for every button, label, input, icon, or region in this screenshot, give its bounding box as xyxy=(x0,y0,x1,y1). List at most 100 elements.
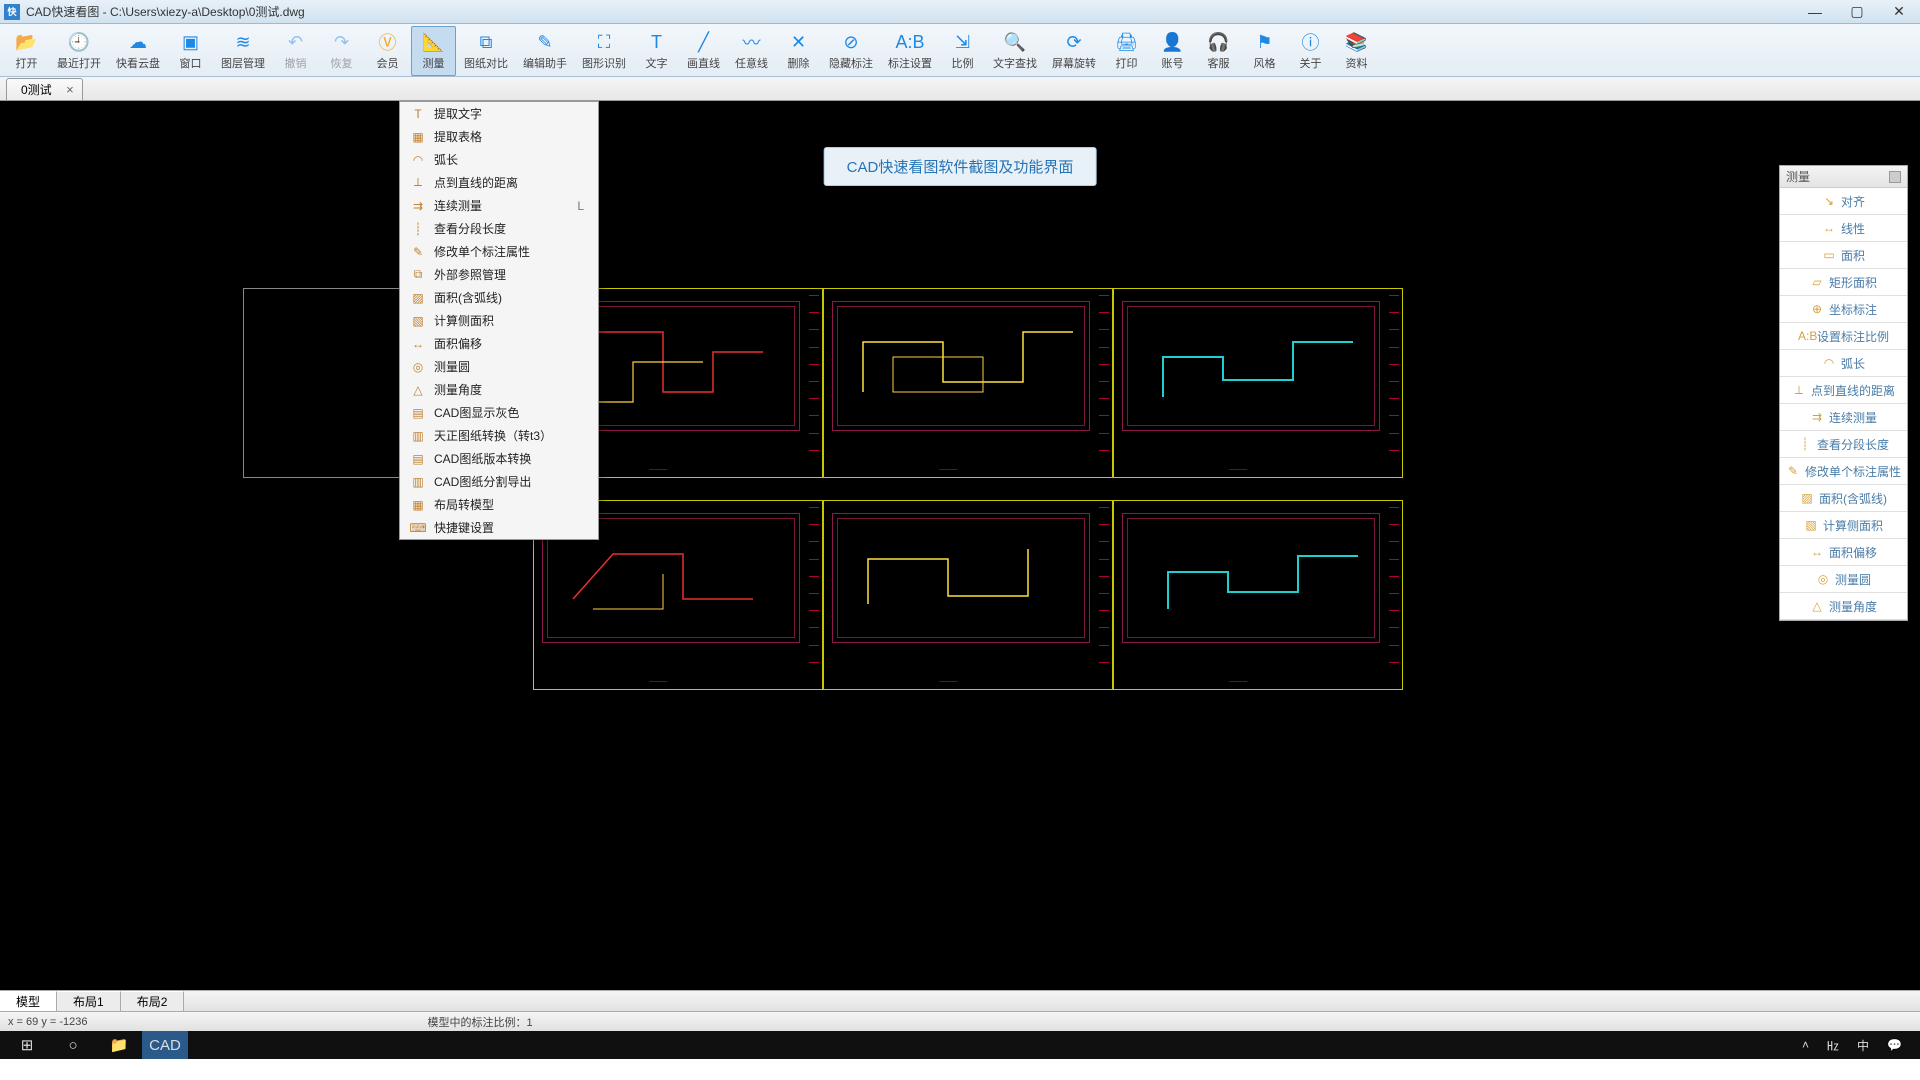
toolbar-text[interactable]: T文字 xyxy=(634,26,679,76)
toolbar-print[interactable]: 🖨打印 xyxy=(1104,26,1149,76)
side-panel-item[interactable]: ◎测量圆 xyxy=(1780,566,1907,593)
docs-label: 资料 xyxy=(1346,55,1368,71)
menu-item[interactable]: ▨面积(含弧线) xyxy=(400,286,598,309)
menu-item[interactable]: ◎测量圆 xyxy=(400,355,598,378)
menu-item-icon: ⧉ xyxy=(408,267,428,283)
menu-item[interactable]: ▦布局转模型 xyxy=(400,493,598,516)
dim-settings-icon: A:B xyxy=(899,31,921,53)
side-panel-item[interactable]: ↔线性 xyxy=(1780,215,1907,242)
start-button[interactable]: ⊞ xyxy=(4,1031,50,1059)
close-tab-icon[interactable]: × xyxy=(66,82,74,97)
toolbar-undo[interactable]: ↶撤销 xyxy=(273,26,318,76)
toolbar-vip[interactable]: Ⓥ会员 xyxy=(365,26,410,76)
side-panel-item[interactable]: ▭面积 xyxy=(1780,242,1907,269)
toolbar-redo[interactable]: ↷ 恢复 xyxy=(319,26,364,76)
menu-item[interactable]: △测量角度 xyxy=(400,378,598,401)
dwg-thumb[interactable]: ——— xyxy=(1113,288,1403,478)
app-taskbar-button[interactable]: CAD xyxy=(142,1031,188,1059)
menu-item[interactable]: T提取文字 xyxy=(400,102,598,125)
toolbar-hide-dim[interactable]: ⊘隐藏标注 xyxy=(822,26,880,76)
menu-item-icon: ▥ xyxy=(408,428,428,444)
toolbar-cloud[interactable]: ☁快看云盘 xyxy=(109,26,167,76)
redo-icon: ↷ xyxy=(331,31,353,53)
toolbar-window[interactable]: ▣窗口 xyxy=(168,26,213,76)
side-panel-item[interactable]: ▱矩形面积 xyxy=(1780,269,1907,296)
side-item-icon: ▧ xyxy=(1804,518,1818,532)
side-panel-item[interactable]: A:B设置标注比例 xyxy=(1780,323,1907,350)
toolbar-find[interactable]: 🔍文字查找 xyxy=(986,26,1044,76)
hide-dim-label: 隐藏标注 xyxy=(829,55,873,71)
side-panel-item[interactable]: ⟂点到直线的距离 xyxy=(1780,377,1907,404)
layers-label: 图层管理 xyxy=(221,55,265,71)
side-panel-item[interactable]: ⇉连续测量 xyxy=(1780,404,1907,431)
search-button[interactable]: ○ xyxy=(50,1031,96,1059)
menu-item[interactable]: ⇉连续测量L xyxy=(400,194,598,217)
side-panel-item[interactable]: △测量角度 xyxy=(1780,593,1907,620)
menu-item[interactable]: ▤CAD图纸版本转换 xyxy=(400,447,598,470)
layout-tab[interactable]: 布局1 xyxy=(57,991,121,1011)
ime-lang[interactable]: 中 xyxy=(1851,1037,1875,1054)
menu-item[interactable]: ◠弧长 xyxy=(400,148,598,171)
ime-indicator[interactable]: ㎐ xyxy=(1821,1037,1845,1054)
toolbar-style[interactable]: ⚑风格 xyxy=(1242,26,1287,76)
side-item-icon: ▨ xyxy=(1800,491,1814,505)
toolbar-layers[interactable]: ≋图层管理 xyxy=(214,26,272,76)
side-item-label: 弧长 xyxy=(1841,355,1865,372)
menu-item-label: 快捷键设置 xyxy=(434,519,590,536)
menu-item-label: CAD图显示灰色 xyxy=(434,404,590,421)
tray-chevron-icon[interactable]: ˄ xyxy=(1796,1038,1815,1052)
toolbar-open[interactable]: 📂打开 xyxy=(4,26,49,76)
toolbar-about[interactable]: ⓘ关于 xyxy=(1288,26,1333,76)
toolbar-rotate[interactable]: ⟳屏幕旋转 xyxy=(1045,26,1103,76)
side-panel-item[interactable]: ↘对齐 xyxy=(1780,188,1907,215)
layout-tab[interactable]: 模型 xyxy=(0,991,57,1011)
toolbar-docs[interactable]: 📚资料 xyxy=(1334,26,1379,76)
toolbar-delete[interactable]: ✕删除 xyxy=(776,26,821,76)
menu-item[interactable]: ⌨快捷键设置 xyxy=(400,516,598,539)
menu-item[interactable]: ✎修改单个标注属性 xyxy=(400,240,598,263)
maximize-button[interactable]: ▢ xyxy=(1848,3,1866,21)
menu-item[interactable]: ▤CAD图显示灰色 xyxy=(400,401,598,424)
file-tab[interactable]: 0测试 × xyxy=(6,78,83,100)
side-panel-item[interactable]: ▧计算侧面积 xyxy=(1780,512,1907,539)
toolbar-edit-helper[interactable]: ✎编辑助手 xyxy=(516,26,574,76)
menu-item[interactable]: ▥天正图纸转换（转t3） xyxy=(400,424,598,447)
toolbar-dim-settings[interactable]: A:B标注设置 xyxy=(881,26,939,76)
layout-tab[interactable]: 布局2 xyxy=(121,991,185,1011)
menu-item[interactable]: ▧计算侧面积 xyxy=(400,309,598,332)
redo-label: 恢复 xyxy=(331,55,353,71)
measure-dropdown: T提取文字▦提取表格◠弧长⟂点到直线的距离⇉连续测量L┊查看分段长度✎修改单个标… xyxy=(399,101,599,540)
side-panel-item[interactable]: ┊查看分段长度 xyxy=(1780,431,1907,458)
side-panel-item[interactable]: ◠弧长 xyxy=(1780,350,1907,377)
menu-item[interactable]: ▥CAD图纸分割导出 xyxy=(400,470,598,493)
close-button[interactable]: ✕ xyxy=(1890,3,1908,21)
menu-item[interactable]: ⧉外部参照管理 xyxy=(400,263,598,286)
dwg-thumb[interactable]: ——— xyxy=(823,500,1113,690)
side-item-label: 查看分段长度 xyxy=(1817,436,1889,453)
menu-item[interactable]: ⟂点到直线的距离 xyxy=(400,171,598,194)
toolbar-scale[interactable]: ⇲比例 xyxy=(940,26,985,76)
side-panel-item[interactable]: ⊕坐标标注 xyxy=(1780,296,1907,323)
side-panel-collapse-icon[interactable] xyxy=(1889,171,1901,183)
menu-item[interactable]: ▦提取表格 xyxy=(400,125,598,148)
toolbar-polyline[interactable]: 〰任意线 xyxy=(728,26,775,76)
action-center-icon[interactable]: 💬 xyxy=(1881,1038,1908,1052)
menu-item[interactable]: ↔面积偏移 xyxy=(400,332,598,355)
toolbar-compare[interactable]: ⧉图纸对比 xyxy=(457,26,515,76)
dwg-thumb[interactable]: ——— xyxy=(1113,500,1403,690)
side-panel-item[interactable]: ✎修改单个标注属性 xyxy=(1780,458,1907,485)
toolbar-support[interactable]: 🎧客服 xyxy=(1196,26,1241,76)
menu-item[interactable]: ┊查看分段长度 xyxy=(400,217,598,240)
dwg-thumb[interactable]: ——— xyxy=(823,288,1113,478)
side-item-icon: ▭ xyxy=(1822,248,1836,262)
toolbar-recent[interactable]: 🕘最近打开 xyxy=(50,26,108,76)
minimize-button[interactable]: — xyxy=(1806,3,1824,21)
side-panel-item[interactable]: ↔面积偏移 xyxy=(1780,539,1907,566)
side-panel-item[interactable]: ▨面积(含弧线) xyxy=(1780,485,1907,512)
toolbar-measure[interactable]: 📐测量 xyxy=(411,26,456,76)
toolbar-recognize[interactable]: ⛶图形识别 xyxy=(575,26,633,76)
toolbar-account[interactable]: 👤账号 xyxy=(1150,26,1195,76)
explorer-button[interactable]: 📁 xyxy=(96,1031,142,1059)
toolbar-line[interactable]: ╱画直线 xyxy=(680,26,727,76)
drawing-viewport[interactable]: CAD快速看图软件截图及功能界面 T提取文字▦提取表格◠弧长⟂点到直线的距离⇉连… xyxy=(0,101,1920,1031)
